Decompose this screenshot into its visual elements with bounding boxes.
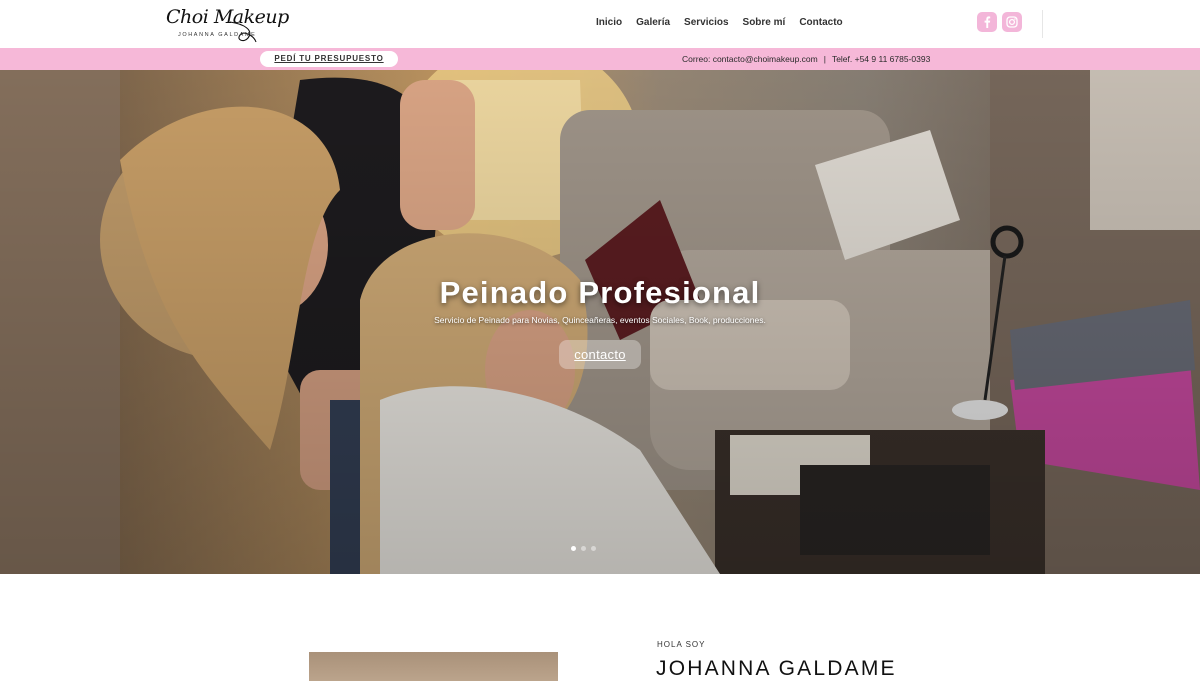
contact-separator: | (823, 54, 826, 64)
instagram-button[interactable] (1002, 12, 1022, 32)
contact-bar: PEDÍ TU PRESUPUESTO Correo: contacto@cho… (0, 48, 1200, 70)
email-text[interactable]: Correo: contacto@choimakeup.com (682, 54, 818, 64)
about-photo (309, 652, 558, 681)
phone-text[interactable]: Telef. +54 9 11 6785-0393 (832, 54, 930, 64)
hero-contact-button[interactable]: contacto (559, 340, 641, 369)
logo-subtitle: JOHANNA GALDAME (178, 32, 257, 38)
main-nav: Inicio Galería Servicios Sobre mí Contac… (596, 17, 857, 29)
about-label: HOLA SOY (657, 640, 706, 649)
slider-dot-1[interactable] (571, 546, 576, 551)
nav-item-servicios[interactable]: Servicios (684, 17, 728, 29)
slider-dots (571, 546, 596, 551)
instagram-icon (1006, 16, 1018, 28)
hero-slider: Peinado Profesional Servicio de Peinado … (0, 70, 1200, 574)
nav-item-inicio[interactable]: Inicio (596, 17, 622, 29)
facebook-icon (984, 16, 991, 28)
nav-item-sobre-mi[interactable]: Sobre mí (743, 17, 786, 29)
slider-dot-3[interactable] (591, 546, 596, 551)
hero-title: Peinado Profesional (439, 275, 761, 310)
header-divider (1042, 10, 1043, 38)
contact-info: Correo: contacto@choimakeup.com | Telef. +… (682, 54, 930, 64)
slider-dot-2[interactable] (581, 546, 586, 551)
facebook-button[interactable] (977, 12, 997, 32)
nav-item-galeria[interactable]: Galería (636, 17, 670, 29)
site-header: Choi Makeup JOHANNA GALDAME Inicio Galer… (0, 0, 1200, 48)
hero-subtitle: Servicio de Peinado para Novias, Quincea… (434, 315, 766, 325)
logo[interactable]: Choi Makeup JOHANNA GALDAME (166, 6, 289, 43)
nav-item-contacto[interactable]: Contacto (799, 17, 842, 29)
logo-swirl-icon (229, 21, 257, 43)
quote-request-button[interactable]: PEDÍ TU PRESUPUESTO (260, 51, 398, 67)
about-name: JOHANNA GALDAME (656, 657, 897, 680)
